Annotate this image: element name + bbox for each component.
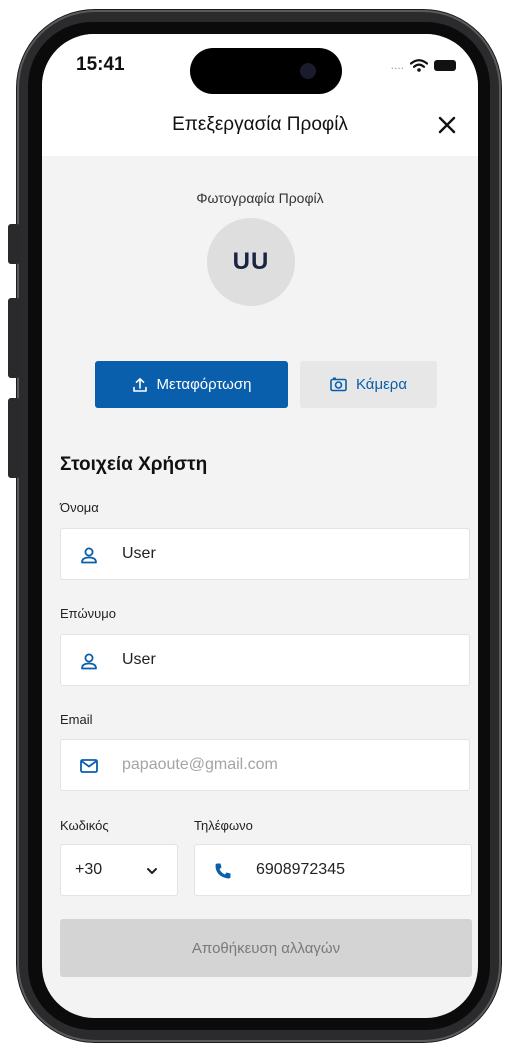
save-button-label: Αποθήκευση αλλαγών xyxy=(191,939,341,957)
first-name-value: User xyxy=(122,545,156,562)
camera-icon xyxy=(330,377,347,392)
email-label: Email xyxy=(60,712,93,727)
user-icon xyxy=(81,547,97,564)
camera-button[interactable]: Κάμερα xyxy=(300,361,437,408)
signal-icon: .... xyxy=(390,58,404,72)
chevron-down-icon xyxy=(147,868,157,874)
camera-button-label: Κάμερα xyxy=(355,376,408,393)
country-code-value: +30 xyxy=(75,861,103,878)
status-bar: 15:41 .... xyxy=(42,34,478,94)
save-button[interactable]: Αποθήκευση αλλαγών xyxy=(60,919,472,977)
email-placeholder: papaoute@gmail.com xyxy=(122,756,278,773)
last-name-label: Επώνυμο xyxy=(60,606,116,621)
status-time: 15:41 xyxy=(76,54,125,75)
upload-button[interactable]: Μεταφόρτωση xyxy=(95,361,288,408)
close-icon xyxy=(438,116,456,134)
email-field[interactable]: papaoute@gmail.com xyxy=(60,739,470,791)
first-name-field[interactable]: User xyxy=(60,528,470,580)
last-name-value: User xyxy=(122,651,156,668)
status-icons: .... xyxy=(391,58,456,72)
last-name-field[interactable]: User xyxy=(60,634,470,686)
first-name-label: Όνομα xyxy=(60,500,99,515)
phone-side-button xyxy=(8,298,20,378)
header: Επεξεργασία Προφίλ xyxy=(42,94,478,156)
avatar: UU xyxy=(207,218,295,306)
close-button[interactable] xyxy=(430,108,464,142)
upload-icon xyxy=(132,377,147,392)
wifi-icon xyxy=(410,58,428,72)
phone-side-button xyxy=(8,398,20,478)
phone-side-button xyxy=(8,224,20,264)
mail-icon xyxy=(80,759,98,773)
phone-field[interactable]: 6908972345 xyxy=(194,844,472,896)
phone-value: 6908972345 xyxy=(256,861,345,878)
country-code-label: Κωδικός xyxy=(60,818,109,833)
profile-photo-label: Φωτογραφία Προφίλ xyxy=(196,190,324,206)
avatar-initials: UU xyxy=(232,248,270,275)
dynamic-island xyxy=(190,48,342,94)
upload-button-label: Μεταφόρτωση xyxy=(156,376,252,393)
phone-label: Τηλέφωνο xyxy=(194,818,253,833)
battery-icon xyxy=(434,59,456,71)
phone-icon xyxy=(215,863,231,879)
phone-screen: 15:41 .... Επεξεργασία Προφίλ Φωτογραφία… xyxy=(42,34,478,1018)
section-title: Στοιχεία Χρήστη xyxy=(60,454,208,475)
page-title: Επεξεργασία Προφίλ xyxy=(172,114,348,135)
front-camera xyxy=(300,63,316,79)
country-code-select[interactable]: +30 xyxy=(60,844,178,896)
user-icon xyxy=(81,653,97,670)
